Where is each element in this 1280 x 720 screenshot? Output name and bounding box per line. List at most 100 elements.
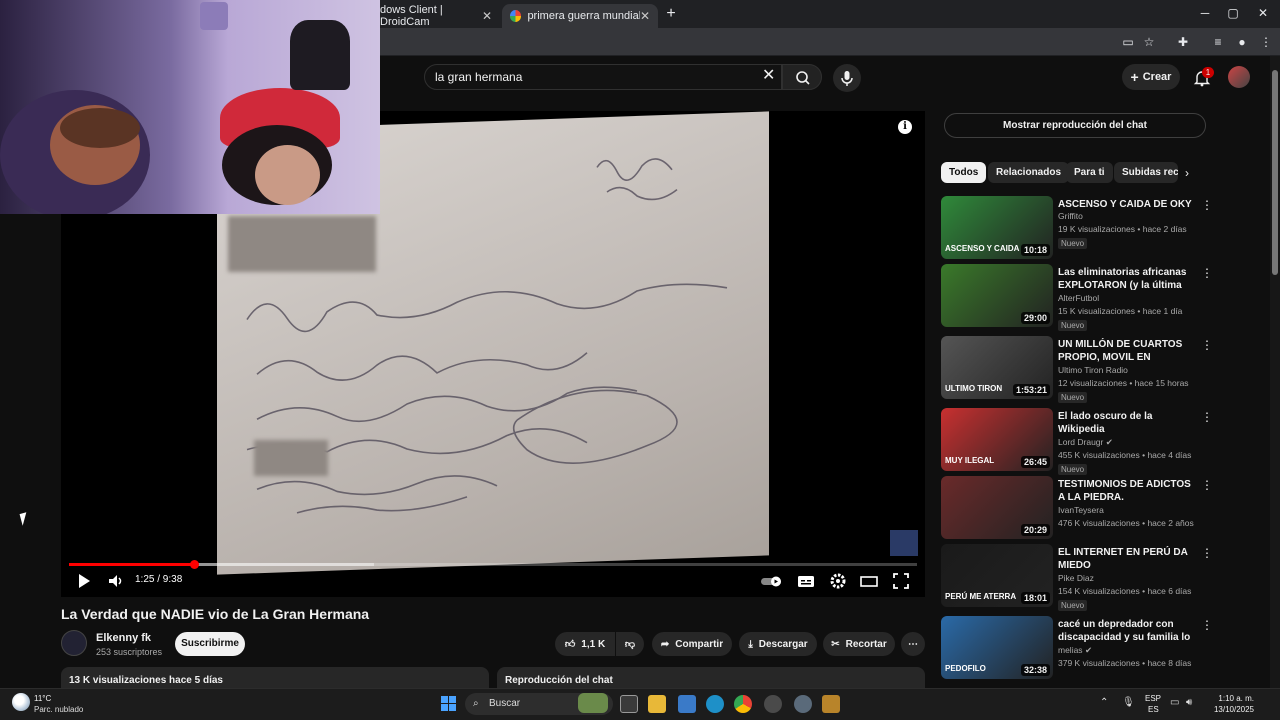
recommendation-channel[interactable]: Ultimo Tiron Radio [1058, 365, 1128, 375]
play-button[interactable] [76, 572, 92, 590]
voice-search-button[interactable] [833, 64, 861, 92]
recommendation-item[interactable]: PERÚ ME ATERRA 18:01 EL INTERNET EN PERÚ D… [941, 544, 1216, 611]
more-options-icon[interactable]: ⋮ [1201, 266, 1213, 280]
close-window-button[interactable]: ✕ [1254, 6, 1272, 20]
progress-scrubber[interactable] [190, 560, 199, 569]
recommendation-item[interactable]: ULTIMO TIRON 1:53:21 UN MILLÓN DE CUARTOS … [941, 336, 1216, 403]
recommendation-item[interactable]: PEDOFILO 32:38 cacé un depredador con disc… [941, 616, 1216, 680]
close-tab-icon[interactable]: ✕ [482, 9, 492, 23]
clock-date[interactable]: 13/10/2025 [1208, 705, 1254, 714]
new-tab-button[interactable]: + [662, 6, 680, 24]
task-view-icon[interactable] [620, 695, 638, 713]
search-input[interactable]: la gran hermana [424, 64, 782, 90]
chip-subidas-recientes[interactable]: Subidas rec [1114, 162, 1178, 183]
language-indicator[interactable]: ESP [1145, 694, 1161, 703]
chip-todos[interactable]: Todos [941, 162, 987, 183]
menu-dots-icon[interactable]: ⋮ [1258, 34, 1274, 50]
like-button[interactable]: 👍︎ 1,1 K [555, 632, 615, 656]
subscribe-button[interactable]: Suscribirme [175, 632, 245, 656]
browser-tab-droidcam[interactable]: dows Client | DroidCam ✕ [372, 4, 500, 28]
recommendation-channel[interactable]: IvanTeysera [1058, 505, 1104, 515]
show-chat-replay-button[interactable]: Mostrar reproducción del chat [944, 113, 1206, 138]
account-avatar[interactable] [1228, 66, 1250, 88]
volume-tray-icon[interactable]: 🔊︎ [1186, 697, 1192, 708]
mute-button[interactable] [107, 572, 125, 590]
recommendation-channel[interactable]: melias ✔ [1058, 645, 1092, 656]
bookmark-star-icon[interactable]: ☆ [1141, 34, 1157, 50]
share-button[interactable]: ➦ Compartir [652, 632, 732, 656]
more-actions-button[interactable]: ⋯ [901, 632, 925, 656]
more-options-icon[interactable]: ⋮ [1201, 546, 1213, 560]
weather-icon[interactable] [12, 693, 30, 711]
recommendation-item[interactable]: MUY ILEGAL 26:45 El lado oscuro de la Wiki… [941, 408, 1216, 475]
more-options-icon[interactable]: ⋮ [1201, 478, 1213, 492]
recommendation-channel[interactable]: Griffito [1058, 211, 1083, 221]
search-button[interactable] [782, 64, 822, 90]
minimize-button[interactable]: ─ [1196, 6, 1214, 20]
download-button[interactable]: ⤓ Descargar [739, 632, 817, 656]
browser-tab-active[interactable]: primera guerra mundial inicio ✕ [502, 4, 658, 28]
video-thumbnail[interactable]: ULTIMO TIRON 1:53:21 [941, 336, 1053, 399]
store-icon[interactable] [678, 695, 696, 713]
app-icon-2[interactable] [822, 695, 840, 713]
close-tab-icon[interactable]: ✕ [640, 9, 650, 23]
video-thumbnail[interactable]: PERÚ ME ATERRA 18:01 [941, 544, 1053, 607]
extensions-icon[interactable]: ✚ [1175, 34, 1191, 50]
recommendation-title[interactable]: Las eliminatorias africanas EXPLOTARON (… [1058, 266, 1195, 293]
microphone-tray-icon[interactable]: 🎙︎ [1122, 697, 1135, 708]
recommendation-title[interactable]: TESTIMONIOS DE ADICTOS A LA PIEDRA. [1058, 478, 1195, 504]
recommendation-title[interactable]: UN MILLÓN DE CUARTOS PROPIO, MOVIL EN BA… [1058, 338, 1195, 365]
file-explorer-icon[interactable] [648, 695, 666, 713]
cast-icon[interactable]: ▭ [1120, 34, 1136, 50]
autoplay-toggle[interactable] [760, 572, 784, 590]
edge-icon[interactable] [706, 695, 724, 713]
dislike-button[interactable]: 👎︎ [616, 632, 644, 656]
theater-mode-button[interactable] [860, 572, 878, 590]
recommendation-item[interactable]: 20:29 TESTIMONIOS DE ADICTOS A LA PIEDRA.… [941, 476, 1216, 540]
clock-time[interactable]: 1:10 a. m. [1212, 694, 1254, 703]
recommendation-title[interactable]: EL INTERNET EN PERÚ DA MIEDO [1058, 546, 1195, 572]
more-options-icon[interactable]: ⋮ [1201, 410, 1213, 424]
video-thumbnail[interactable]: 29:00 [941, 264, 1053, 327]
recommendation-channel[interactable]: Pike Diaz [1058, 573, 1094, 583]
channel-name[interactable]: Elkenny fk [96, 632, 151, 644]
more-options-icon[interactable]: ⋮ [1201, 618, 1213, 632]
video-thumbnail[interactable]: MUY ILEGAL 26:45 [941, 408, 1053, 471]
recommendation-title[interactable]: cacé un depredador con discapacidad y su… [1058, 618, 1195, 645]
media-icon[interactable]: ≡ [1210, 34, 1226, 50]
settings-app-icon[interactable] [794, 695, 812, 713]
video-thumbnail[interactable]: ASCENSO Y CAIDA 10:18 [941, 196, 1053, 259]
channel-avatar[interactable] [61, 630, 87, 656]
start-button[interactable] [441, 696, 456, 711]
clear-search-icon[interactable]: ✕ [762, 68, 778, 84]
more-options-icon[interactable]: ⋮ [1201, 338, 1213, 352]
recommendation-title[interactable]: El lado oscuro de la Wikipedia [1058, 410, 1195, 436]
recommendation-item[interactable]: ASCENSO Y CAIDA 10:18 ASCENSO Y CAIDA DE O… [941, 196, 1216, 260]
recommendation-channel[interactable]: AlterFutbol [1058, 293, 1099, 303]
scrollbar-thumb[interactable] [1272, 70, 1278, 275]
video-thumbnail[interactable]: 20:29 [941, 476, 1053, 539]
chrome-icon[interactable] [734, 695, 752, 713]
chevron-up-icon[interactable]: ⌃ [1100, 697, 1108, 708]
search-highlight-image[interactable] [578, 693, 608, 713]
chip-relacionados[interactable]: Relacionados [988, 162, 1070, 183]
channel-watermark[interactable] [890, 530, 918, 556]
network-icon[interactable]: ▭ [1170, 697, 1179, 708]
captions-button[interactable] [797, 572, 815, 590]
more-options-icon[interactable]: ⋮ [1201, 198, 1213, 212]
video-thumbnail[interactable]: PEDOFILO 32:38 [941, 616, 1053, 679]
recommendation-item[interactable]: 29:00 Las eliminatorias africanas EXPLOTA… [941, 264, 1216, 331]
settings-button[interactable] [829, 572, 847, 590]
profile-icon[interactable]: ● [1234, 34, 1250, 50]
info-icon[interactable]: i [898, 120, 912, 134]
app-icon[interactable] [764, 695, 782, 713]
chevron-right-icon[interactable]: › [1185, 166, 1189, 180]
clip-button[interactable]: ✂ Recortar [823, 632, 895, 656]
recommendation-channel[interactable]: Lord Draugr ✔ [1058, 437, 1113, 448]
chip-para-ti[interactable]: Para ti [1066, 162, 1113, 183]
recommendation-title[interactable]: ASCENSO Y CAIDA DE OKY [1058, 198, 1195, 211]
keyboard-layout[interactable]: ES [1148, 705, 1159, 714]
maximize-button[interactable]: ▢ [1224, 6, 1242, 20]
fullscreen-button[interactable] [892, 572, 910, 590]
create-button[interactable]: + Crear [1122, 64, 1180, 90]
